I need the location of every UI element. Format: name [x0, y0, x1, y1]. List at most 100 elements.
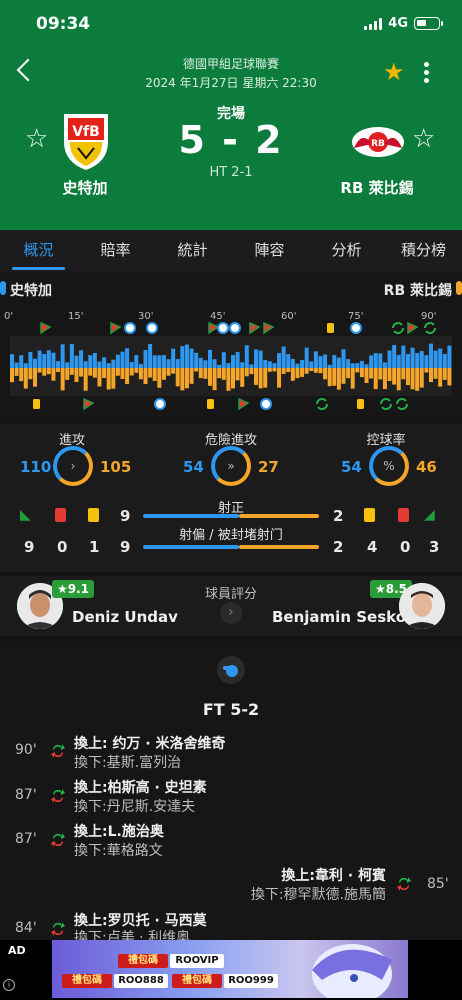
momentum-away-bar — [42, 368, 47, 376]
momentum-away-bar — [10, 368, 14, 383]
momentum-home-bar — [309, 361, 314, 368]
momentum-away-bar — [309, 368, 314, 372]
momentum-home-bar — [28, 352, 33, 368]
momentum-away-bar — [171, 368, 176, 374]
momentum-away-bar — [79, 368, 84, 377]
momentum-home-bar — [69, 343, 74, 368]
tab-analysis[interactable]: 分析 — [308, 230, 385, 272]
momentum-away-bar — [428, 368, 433, 383]
momentum-home-bar — [359, 360, 364, 368]
momentum-home-bar — [415, 353, 420, 368]
home-player-name[interactable]: Deniz Undav — [72, 608, 178, 626]
goal-icon — [154, 398, 166, 410]
dangerous-away: 27 — [258, 458, 279, 476]
match-score: 5 - 2 — [178, 118, 284, 162]
attack-away: 105 — [100, 458, 132, 476]
momentum-home-bar — [37, 350, 42, 368]
tab-overview[interactable]: 概況 — [0, 230, 77, 272]
network-label: 4G — [388, 16, 408, 31]
momentum-home-bar — [129, 362, 134, 368]
momentum-away-bar — [37, 368, 42, 373]
momentum-away-bar — [161, 368, 166, 380]
corner-flag-icon — [238, 397, 250, 411]
away-red-card-icon — [398, 508, 409, 522]
momentum-away-bar — [405, 368, 410, 386]
tab-odds[interactable]: 賠率 — [77, 230, 154, 272]
shots-off-label: 射偏 / 被封堵射门 — [179, 528, 283, 543]
momentum-away-bar — [300, 368, 305, 377]
momentum-away-bar — [235, 368, 240, 381]
corner-flag-icon — [208, 321, 220, 335]
momentum-away-bar — [92, 368, 97, 378]
possession-home: 54 — [341, 458, 362, 476]
momentum-home-bar — [120, 351, 125, 368]
momentum-away-bar — [166, 368, 171, 376]
momentum-home-bar — [115, 354, 120, 368]
momentum-home-bar — [226, 363, 231, 368]
momentum-away-bar — [433, 368, 438, 379]
away-player-avatar[interactable] — [399, 583, 445, 629]
yellow-card-icon — [33, 399, 40, 409]
home-red-card-icon — [55, 508, 66, 522]
momentum-away-bar — [410, 368, 415, 390]
momentum-away-bar — [56, 368, 61, 372]
momentum-away-bar — [189, 368, 194, 384]
momentum-home-bar — [290, 358, 295, 368]
momentum-home-bar — [102, 357, 107, 368]
momentum-home-bar — [300, 359, 305, 368]
fulltime-label: FT 5-2 — [202, 700, 260, 719]
momentum-away-bar — [231, 368, 235, 389]
away-player-name[interactable]: Benjamin Sesko — [272, 608, 406, 626]
player-rating-arrow-icon[interactable]: › — [220, 602, 242, 624]
ad-character-image — [312, 944, 392, 998]
ad-info-icon[interactable]: i — [3, 979, 15, 991]
home-team-name[interactable]: 史特加 — [25, 177, 145, 198]
home-red-count: 0 — [57, 538, 68, 556]
momentum-home-bar — [249, 364, 254, 368]
favorite-star-icon[interactable]: ★ — [383, 60, 405, 84]
momentum-home-bar — [378, 353, 383, 368]
more-icon[interactable] — [424, 62, 430, 86]
momentum-away-bar — [129, 368, 134, 376]
momentum-home-bar — [175, 359, 180, 368]
momentum-away-bar — [175, 368, 180, 387]
momentum-away-bar — [447, 368, 452, 386]
momentum-home-bar — [111, 359, 116, 368]
home-shots-off: 9 — [120, 538, 131, 556]
momentum-home-bar — [364, 364, 369, 368]
momentum-home-bar — [194, 352, 199, 368]
momentum-away-bar — [323, 368, 328, 380]
yellow-card-icon — [207, 399, 214, 409]
tab-standings[interactable]: 積分榜 — [385, 230, 462, 272]
away-team-name[interactable]: RB 萊比錫 — [317, 177, 437, 198]
momentum-home-bar — [442, 353, 447, 368]
momentum-home-bar — [10, 354, 14, 368]
momentum-away-bar — [263, 368, 268, 388]
momentum-away-bar — [65, 368, 70, 380]
momentum-away-bar — [359, 368, 364, 378]
goal-icon — [124, 322, 136, 334]
momentum-home-bar — [184, 344, 189, 368]
away-yellow-card-icon — [364, 508, 375, 522]
momentum-home-bar — [323, 354, 328, 368]
event-minute: 84' — [15, 920, 37, 936]
momentum-home-bar — [125, 348, 130, 368]
ad-code: ROO888 — [114, 974, 168, 988]
event-sub-in: 換上:韋利 · 柯賓 — [281, 868, 386, 884]
momentum-away-bar — [221, 368, 226, 380]
shots-on-home-bar — [143, 514, 239, 518]
momentum-away-bar — [157, 368, 162, 388]
momentum-home-bar — [433, 350, 438, 368]
momentum-home-bar — [355, 363, 360, 368]
tab-lineup[interactable]: 陣容 — [231, 230, 308, 272]
tab-stats[interactable]: 統計 — [154, 230, 231, 272]
momentum-home-bar — [83, 361, 88, 368]
ad-banner[interactable]: 禮包碼 ROOVIP 禮包碼 ROO888 禮包碼 ROO999 — [52, 940, 408, 998]
momentum-away-bar — [198, 368, 203, 379]
momentum-home-bar — [97, 361, 102, 368]
momentum-home-bar — [263, 359, 268, 368]
momentum-home-bar — [19, 355, 24, 368]
momentum-home-bar — [438, 348, 443, 368]
momentum-home-bar — [157, 355, 162, 368]
momentum-away-bar — [442, 368, 447, 380]
